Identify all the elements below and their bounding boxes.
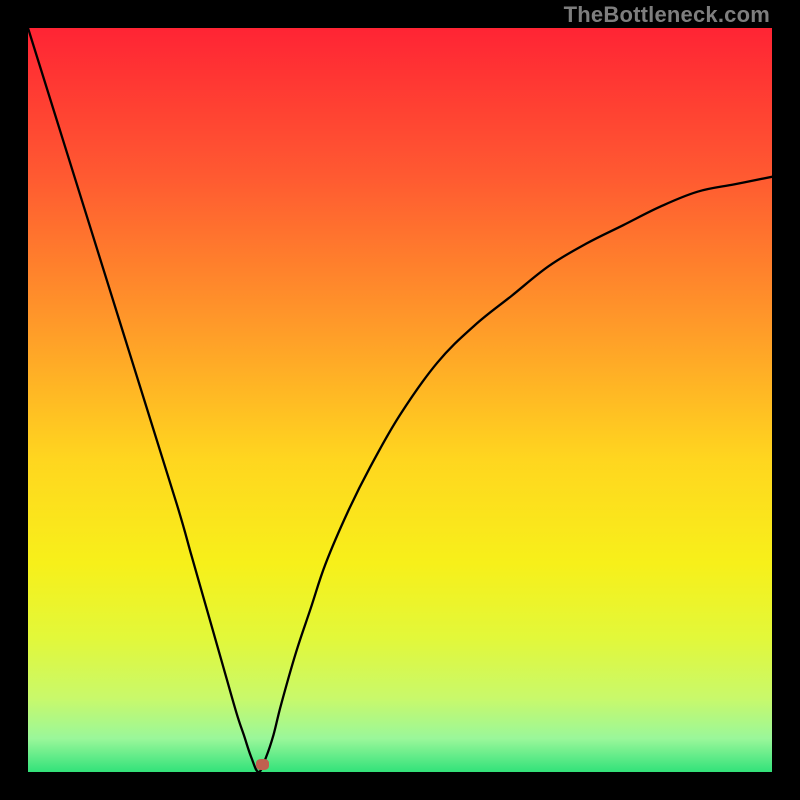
optimal-point-marker: [256, 759, 269, 770]
plot-area: [28, 28, 772, 772]
bottleneck-curve: [28, 28, 772, 772]
chart-frame: TheBottleneck.com: [0, 0, 800, 800]
watermark-text: TheBottleneck.com: [564, 2, 770, 28]
